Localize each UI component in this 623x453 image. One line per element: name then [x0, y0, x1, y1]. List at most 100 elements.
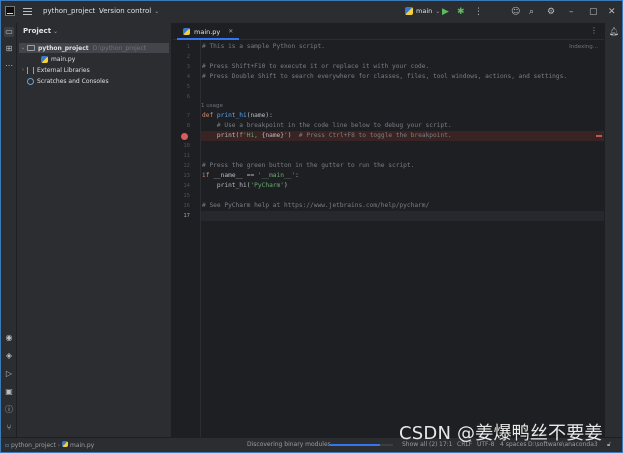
more-tools-icon[interactable]: ⋯ — [4, 61, 14, 71]
code-text: # Press Double Shift to search everywher… — [202, 73, 568, 80]
left-tool-strip: ▭ ⊞ ⋯ ◉ ◈ ▷ ▣ ⓘ ⑂ — [1, 23, 17, 437]
tree-item-main-py[interactable]: main.py — [19, 54, 169, 64]
version-control-menu[interactable]: Version control ⌄ — [99, 7, 159, 15]
code-line[interactable]: 16 # See PyCharm help at https://www.jetb… — [183, 201, 604, 211]
code-line[interactable]: 14 print_hi('PyCharm') — [183, 181, 604, 191]
code-line[interactable]: 11 — [183, 151, 604, 161]
project-switcher[interactable]: python_project ⌄ — [43, 7, 103, 15]
minimize-icon[interactable]: – — [569, 6, 574, 18]
python-packages-icon[interactable]: ◉ — [4, 333, 14, 343]
line-number: 15 — [183, 193, 190, 199]
run-config-name: main — [416, 7, 433, 15]
tab-main-py[interactable]: main.py ✕ — [177, 25, 240, 40]
tab-options-icon[interactable]: ⋮ — [590, 26, 598, 35]
project-panel-header[interactable]: Project ⌄ — [23, 27, 58, 35]
tree-item-project-root[interactable]: ⌄ python_project D:\python_project — [19, 43, 169, 53]
code-line[interactable]: 4 # Press Double Shift to search everywhe… — [187, 72, 604, 82]
chevron-right-icon[interactable]: › — [19, 67, 27, 73]
close-icon[interactable]: ✕ — [608, 6, 616, 18]
folder-icon — [27, 45, 35, 51]
run-icon[interactable]: ▶ — [442, 6, 449, 18]
notifications-icon[interactable]: 🔔︎ — [609, 27, 619, 37]
chevron-down-icon: ⌄ — [154, 8, 160, 15]
editor-tab-bar: main.py ✕ ⋮ — [173, 23, 604, 40]
line-number: 7 — [186, 113, 190, 119]
problems-icon[interactable]: ⓘ — [4, 405, 14, 415]
python-file-icon — [183, 28, 190, 35]
chevron-down-icon[interactable]: ⌄ — [19, 45, 27, 51]
breadcrumb: ▫ python_project › main.py — [5, 441, 94, 449]
structure-tool-icon[interactable]: ⊞ — [4, 44, 14, 54]
code-line[interactable]: 3 # Press Shift+F10 to execute it or repl… — [187, 62, 604, 72]
tree-item-path: D:\python_project — [92, 44, 147, 52]
tree-item-external-libraries[interactable]: › External Libraries — [19, 65, 169, 75]
line-number: 8 — [186, 123, 190, 129]
error-stripe-mark[interactable] — [596, 135, 602, 137]
line-number: 13 — [183, 173, 190, 179]
tree-item-label: External Libraries — [37, 66, 90, 74]
code-text: # Use a breakpoint in the code line belo… — [202, 122, 452, 129]
project-panel: Project ⌄ ⌄ python_project D:\python_proj… — [17, 23, 172, 437]
close-tab-icon[interactable]: ✕ — [228, 28, 233, 35]
code-line[interactable]: 1 # This is a sample Python script. — [187, 42, 604, 52]
line-number: 16 — [183, 203, 190, 209]
code-line[interactable]: 12 # Press the green button in the gutter… — [183, 161, 604, 171]
services-icon[interactable]: ▷ — [4, 369, 14, 379]
terminal-icon[interactable]: ▣ — [4, 387, 14, 397]
more-actions-icon[interactable]: ⋮ — [474, 6, 483, 18]
code-line[interactable]: 13 if __name__ == '__main__': — [183, 171, 604, 181]
code-line[interactable]: 2 — [187, 52, 604, 62]
search-icon[interactable]: ⌕ — [529, 6, 534, 18]
code-line[interactable]: 15 — [183, 191, 604, 201]
usage-hint[interactable]: 1 usage — [201, 102, 223, 111]
background-task-progress — [329, 444, 393, 446]
python-file-icon — [62, 441, 69, 447]
maximize-icon[interactable]: ▢ — [589, 6, 598, 18]
version-control-label: Version control — [99, 7, 152, 15]
code-line[interactable]: 6 — [187, 92, 604, 102]
settings-gear-icon[interactable]: ⚙ — [547, 6, 555, 18]
title-bar: python_project ⌄ Version control ⌄ main ⌄ … — [1, 1, 622, 23]
code-text: # This is a sample Python script. — [202, 43, 325, 50]
main-menu-icon[interactable] — [23, 8, 32, 15]
breadcrumb-project-icon: ▫ — [5, 442, 10, 449]
debug-icon[interactable]: ✱ — [457, 6, 465, 18]
code-area[interactable]: Indexing... 1 # This is a sample Python s… — [181, 40, 604, 437]
code-line[interactable]: 10 — [183, 141, 604, 151]
line-number: 12 — [183, 163, 190, 169]
tree-item-scratches[interactable]: Scratches and Consoles — [19, 76, 169, 86]
code-line[interactable]: 7 def print_hi(name): — [187, 111, 604, 121]
code-text: # See PyCharm help at https://www.jetbra… — [202, 202, 430, 209]
progress-fill — [329, 444, 381, 446]
readonly-toggle-icon[interactable]: 🔓︎ — [607, 441, 611, 449]
line-number: 4 — [186, 74, 190, 80]
line-number: 2 — [186, 54, 190, 60]
run-configuration-selector[interactable]: main ⌄ — [405, 7, 440, 15]
code-line-breakpoint[interactable]: 9 print(f'Hi, {name}') # Press Ctrl+F8 t… — [181, 131, 604, 141]
code-text: # Press the green button in the gutter t… — [202, 162, 415, 169]
code-line-current[interactable]: 17 — [183, 211, 604, 221]
git-icon[interactable]: ⑂ — [4, 423, 14, 433]
chevron-down-icon: ⌄ — [53, 28, 59, 35]
project-tool-icon[interactable]: ▭ — [4, 27, 14, 37]
pycharm-logo-icon — [5, 6, 15, 16]
tab-label: main.py — [194, 27, 221, 36]
project-panel-title: Project — [23, 27, 52, 35]
breadcrumb-project[interactable]: python_project — [11, 442, 56, 449]
background-task-label[interactable]: Discovering binary modules... — [247, 441, 337, 448]
line-number: 10 — [183, 143, 190, 149]
account-icon[interactable]: ☺ — [511, 6, 520, 18]
tree-item-label: Scratches and Consoles — [37, 77, 109, 85]
code-line[interactable]: 8 # Use a breakpoint in the code line be… — [187, 121, 604, 131]
line-number: 5 — [186, 84, 190, 90]
layers-icon[interactable]: ◈ — [4, 351, 14, 361]
breadcrumb-file[interactable]: main.py — [70, 442, 94, 449]
ide-window: python_project ⌄ Version control ⌄ main ⌄ … — [0, 0, 623, 453]
code-text: # Press Shift+F10 to execute it or repla… — [202, 63, 430, 70]
python-file-icon — [41, 55, 48, 63]
code-line[interactable]: 5 — [187, 82, 604, 92]
breakpoint-icon[interactable] — [181, 132, 188, 140]
scratches-icon — [27, 77, 34, 85]
libraries-icon — [27, 66, 34, 74]
chevron-down-icon: ⌄ — [435, 7, 441, 15]
